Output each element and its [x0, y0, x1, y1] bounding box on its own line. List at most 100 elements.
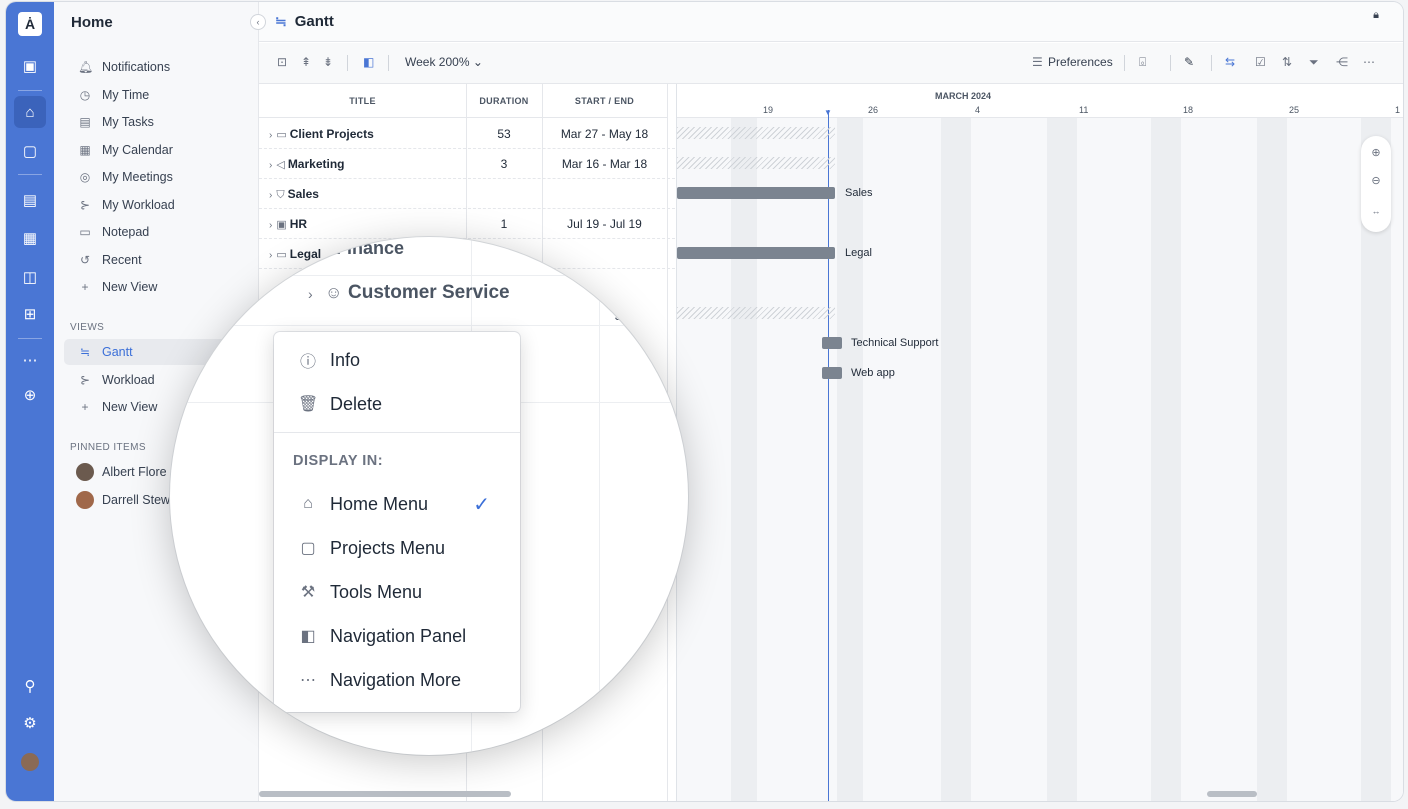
workload-icon: ⊱	[79, 373, 91, 387]
bar-label: Web app	[851, 367, 895, 379]
zoom-in-icon[interactable]: ⊕	[1361, 146, 1391, 159]
settings-icon[interactable]: ⚙	[14, 707, 46, 739]
more-options-icon[interactable]: ⋯	[1363, 55, 1375, 69]
context-menu: ⓘ Info 🗑︎ Delete DISPLAY IN: ⌂ Home Menu ✓ ▢…	[274, 332, 520, 712]
info-icon: ⓘ	[299, 354, 316, 371]
bar-label: Sales	[845, 187, 873, 199]
zoom-out-icon[interactable]: ⊖	[1361, 174, 1391, 187]
table-row[interactable]: › ▭ Client Projects 53 Mar 27 - May 18	[259, 119, 675, 149]
table-row[interactable]: › ◁ Marketing 3 Mar 16 - Mar 18	[259, 149, 675, 179]
sidebar-item-new-view[interactable]: + New View	[64, 274, 254, 300]
meetings-icon: ◎	[79, 170, 91, 184]
table-row[interactable]: › ⛉ Sales	[259, 179, 675, 209]
sidebar-item-my-time[interactable]: ◷ My Time	[64, 82, 254, 108]
starred-icon[interactable]: ▣	[14, 50, 46, 82]
chevron-right-icon[interactable]: ›	[269, 160, 272, 171]
menu-item-navigation-more[interactable]: ⋯ Navigation More	[274, 663, 520, 697]
horizontal-scrollbar[interactable]	[259, 791, 511, 797]
menu-item-projects-menu[interactable]: ▢ Projects Menu	[274, 531, 520, 565]
app-rail: Ȧ ▣ ⌂ ▢ ▤ ▦ ◫ ⊞ ⋯ ⊕ ⚲ ⚙	[6, 2, 54, 801]
collapse-sidebar-button[interactable]: ‹	[250, 14, 266, 30]
month-label: MARCH 2024	[935, 91, 992, 101]
menu-item-delete[interactable]: 🗑︎ Delete	[274, 387, 520, 421]
lock-icon[interactable]: 🔒︎	[1373, 9, 1379, 22]
search-icon[interactable]: ⚲	[14, 670, 46, 702]
sidebar-item-notepad[interactable]: ▭ Notepad	[64, 219, 254, 245]
avatar	[76, 463, 94, 481]
avatar	[76, 491, 94, 509]
dependencies-icon[interactable]: ⇆	[1225, 55, 1235, 69]
expand-all-icon[interactable]: ⇟	[323, 55, 333, 69]
task-bar[interactable]	[677, 187, 835, 199]
sort-icon[interactable]: ⇅	[1282, 55, 1292, 69]
panel-toggle-icon[interactable]: ◧	[363, 55, 374, 69]
share-icon[interactable]: ⋲	[1336, 55, 1348, 69]
plus-icon: +	[81, 400, 89, 414]
hr-icon: ▣	[276, 219, 287, 231]
task-bar[interactable]	[677, 247, 835, 259]
pinned-section-label: PINNED ITEMS	[70, 442, 146, 453]
summary-bar[interactable]	[677, 127, 835, 139]
history-icon: ↺	[79, 253, 91, 267]
menu-item-home-menu[interactable]: ⌂ Home Menu ✓	[274, 487, 520, 521]
magnifier-overlay: Finance › ☺ Customer Service Jan 20 ⓘ Inf…	[170, 237, 688, 755]
day-label: 26	[868, 105, 879, 115]
filter-icon[interactable]: ⏷	[1309, 55, 1319, 70]
apps-icon[interactable]: ⊞	[14, 298, 46, 330]
board-icon[interactable]: ◫	[14, 261, 46, 293]
expand-icon[interactable]: ⊡	[277, 55, 287, 69]
chevron-right-icon[interactable]: ›	[269, 220, 272, 231]
chevron-right-icon[interactable]: ›	[269, 190, 272, 201]
chevron-right-icon[interactable]: ›	[308, 286, 313, 302]
sidebar-item-my-tasks[interactable]: ▤ My Tasks	[64, 109, 254, 135]
projects-icon[interactable]: ▢	[14, 135, 46, 167]
app-logo[interactable]: Ȧ	[18, 12, 42, 36]
fit-icon[interactable]: ↔	[1361, 206, 1391, 216]
sidebar-item-recent[interactable]: ↺ Recent	[64, 247, 254, 273]
menu-item-navigation-panel[interactable]: ◧ Navigation Panel	[274, 619, 520, 653]
menu-item-info[interactable]: ⓘ Info	[274, 343, 520, 377]
task-bar[interactable]	[822, 367, 842, 379]
camera-icon[interactable]: ⌻	[1139, 55, 1146, 70]
add-icon[interactable]: ⊕	[14, 379, 46, 411]
bar-label: Technical Support	[851, 337, 939, 349]
preferences-button[interactable]: Preferences	[1048, 55, 1113, 69]
zoom-dropdown[interactable]: Week 200% ⌄	[405, 55, 483, 69]
checkbox-icon[interactable]: ☑	[1255, 55, 1266, 69]
sidebar-item-my-workload[interactable]: ⊱ My Workload	[64, 192, 254, 218]
user-avatar[interactable]	[14, 746, 46, 778]
preferences-icon: ☰	[1032, 55, 1043, 69]
chevron-right-icon[interactable]: ›	[269, 250, 272, 261]
pencil-icon[interactable]: ✎	[1184, 55, 1194, 69]
gantt-icon: ≒	[275, 13, 287, 29]
sidebar-item-my-calendar[interactable]: ▦ My Calendar	[64, 137, 254, 163]
timeline-scrollbar[interactable]	[1207, 791, 1257, 797]
column-header-title[interactable]: TITLE	[259, 84, 466, 118]
folder-icon: ▭	[276, 129, 287, 141]
summary-bar[interactable]	[677, 307, 835, 319]
column-header-start-end[interactable]: START / END	[542, 84, 667, 118]
menu-item-tools-menu[interactable]: ⚒ Tools Menu	[274, 575, 520, 609]
collapse-all-icon[interactable]: ⇞	[301, 55, 311, 69]
home-icon: ⌂	[303, 495, 313, 512]
bar-label: Legal	[845, 247, 872, 259]
toolbar: ⊡ ⇞ ⇟ ◧ Week 200% ⌄ ☰ Preferences ⌻ ✎ ⇆ …	[259, 43, 1403, 84]
chevron-right-icon[interactable]: ›	[269, 130, 272, 141]
more-icon[interactable]: ⋯	[14, 344, 46, 376]
menu-section-label: DISPLAY IN:	[293, 453, 384, 469]
column-header-duration[interactable]: DURATION	[466, 84, 542, 118]
day-label: 19	[763, 105, 774, 115]
row-customer-service: Customer Service	[348, 282, 510, 303]
summary-bar[interactable]	[677, 157, 835, 169]
views-section-label: VIEWS	[70, 322, 105, 333]
calendar-icon[interactable]: ▦	[14, 222, 46, 254]
sidebar-item-my-meetings[interactable]: ◎ My Meetings	[64, 164, 254, 190]
home-icon[interactable]: ⌂	[14, 96, 46, 128]
table-row[interactable]: › ▣ HR 1 Jul 19 - Jul 19	[259, 209, 675, 239]
panel-icon: ◧	[300, 628, 316, 645]
notes-icon[interactable]: ▤	[14, 184, 46, 216]
task-bar[interactable]	[822, 337, 842, 349]
tools-icon: ⚒	[300, 584, 316, 601]
calendar-icon: ▦	[79, 143, 91, 157]
sidebar-item-notifications[interactable]: 🔔︎ Notifications	[64, 54, 254, 80]
